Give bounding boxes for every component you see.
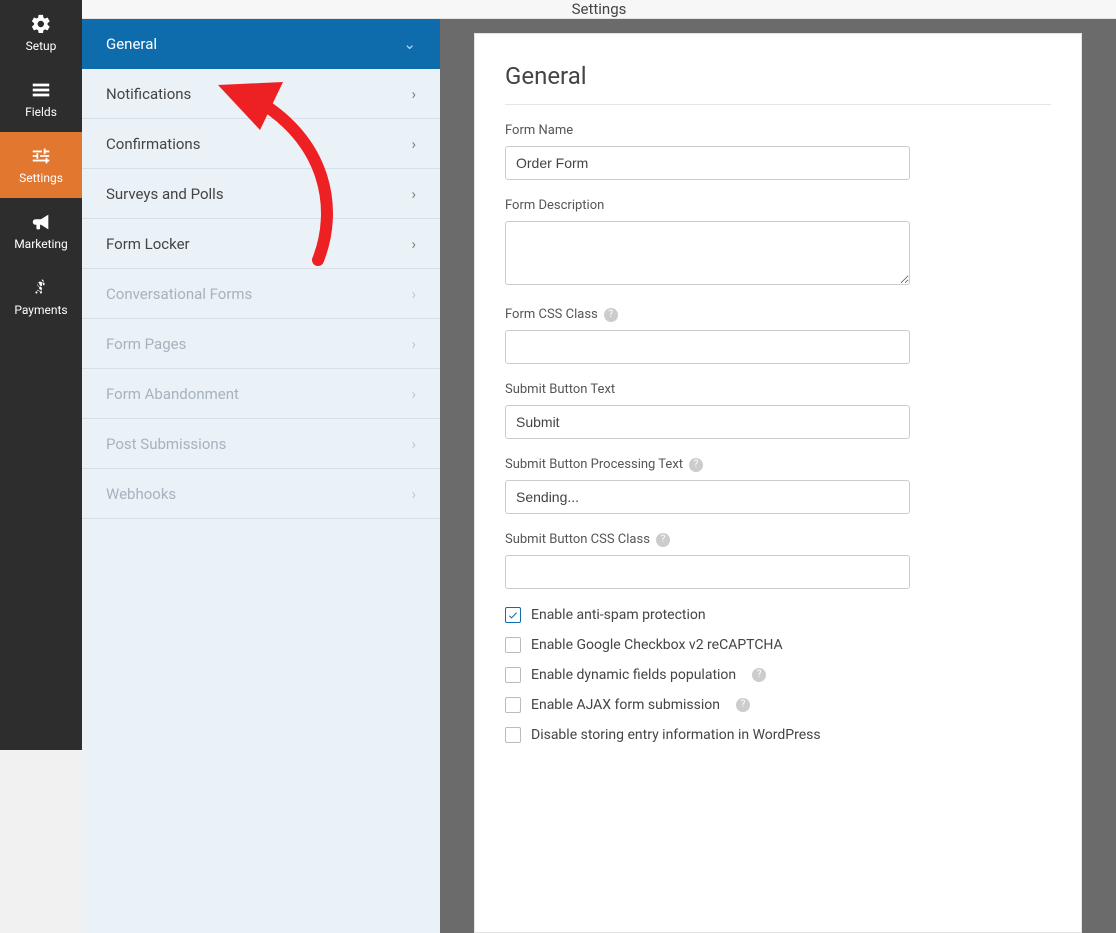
help-icon[interactable]: ?: [656, 533, 670, 547]
settings-item-surveys-polls[interactable]: Surveys and Polls ›: [82, 169, 440, 219]
sidebar-item-label: Fields: [25, 105, 57, 119]
icon-sidebar: Setup Fields Settings Marketing Payments: [0, 0, 82, 750]
form-description-label: Form Description: [505, 198, 1051, 213]
form-name-input[interactable]: [505, 146, 910, 180]
settings-sidebar: General ⌄ Notifications › Confirmations …: [82, 19, 440, 933]
settings-item-notifications[interactable]: Notifications ›: [82, 69, 440, 119]
help-icon[interactable]: ?: [689, 458, 703, 472]
chevron-right-icon: ›: [411, 135, 416, 153]
chevron-right-icon: ›: [411, 285, 416, 303]
settings-item-label: Notifications: [106, 85, 191, 103]
panel-wrap: General Form Name Form Description Form …: [440, 19, 1116, 933]
sidebar-item-settings[interactable]: Settings: [0, 132, 82, 198]
submit-button-processing-text-label: Submit Button Processing Text?: [505, 457, 1051, 472]
sidebar-item-setup[interactable]: Setup: [0, 0, 82, 66]
general-settings-panel: General Form Name Form Description Form …: [474, 33, 1082, 933]
checkbox-icon[interactable]: [505, 697, 521, 713]
checkbox-label: Enable Google Checkbox v2 reCAPTCHA: [531, 637, 783, 653]
topbar: Settings: [82, 0, 1116, 19]
checkbox-icon[interactable]: [505, 667, 521, 683]
sidebar-item-label: Marketing: [14, 237, 68, 251]
sidebar-item-fields[interactable]: Fields: [0, 66, 82, 132]
help-icon[interactable]: ?: [736, 698, 750, 712]
checkbox-recaptcha[interactable]: Enable Google Checkbox v2 reCAPTCHA: [505, 637, 1051, 653]
submit-button-css-class-label: Submit Button CSS Class?: [505, 532, 1051, 547]
checkbox-label: Disable storing entry information in Wor…: [531, 727, 821, 743]
dollar-icon: [30, 277, 52, 299]
field-form-name: Form Name: [505, 123, 1051, 180]
chevron-right-icon: ›: [411, 235, 416, 253]
checkbox-anti-spam[interactable]: Enable anti-spam protection: [505, 607, 1051, 623]
settings-item-post-submissions[interactable]: Post Submissions ›: [82, 419, 440, 469]
field-submit-button-css-class: Submit Button CSS Class?: [505, 532, 1051, 589]
settings-item-conversational-forms[interactable]: Conversational Forms ›: [82, 269, 440, 319]
sidebar-item-label: Setup: [26, 39, 57, 53]
checkbox-label: Enable AJAX form submission: [531, 697, 720, 713]
sidebar-item-label: Settings: [19, 171, 63, 185]
field-submit-button-text: Submit Button Text: [505, 382, 1051, 439]
settings-item-label: Form Abandonment: [106, 385, 239, 403]
form-name-label: Form Name: [505, 123, 1051, 138]
settings-item-label: Conversational Forms: [106, 285, 252, 303]
sidebar-item-marketing[interactable]: Marketing: [0, 198, 82, 264]
panel-heading: General: [505, 62, 1051, 90]
chevron-down-icon: ⌄: [403, 35, 416, 53]
help-icon[interactable]: ?: [752, 668, 766, 682]
settings-item-label: General: [106, 35, 157, 53]
help-icon[interactable]: ?: [604, 308, 618, 322]
checkbox-ajax[interactable]: Enable AJAX form submission ?: [505, 697, 1051, 713]
gear-icon: [30, 13, 52, 35]
page-title: Settings: [572, 0, 627, 18]
sidebar-item-payments[interactable]: Payments: [0, 264, 82, 330]
settings-item-label: Surveys and Polls: [106, 185, 224, 203]
form-description-input[interactable]: [505, 221, 910, 285]
settings-item-confirmations[interactable]: Confirmations ›: [82, 119, 440, 169]
settings-item-label: Form Locker: [106, 235, 190, 253]
form-css-class-label: Form CSS Class?: [505, 307, 1051, 322]
form-css-class-input[interactable]: [505, 330, 910, 364]
submit-button-css-class-input[interactable]: [505, 555, 910, 589]
checkbox-disable-storing[interactable]: Disable storing entry information in Wor…: [505, 727, 1051, 743]
checkbox-dynamic-fields[interactable]: Enable dynamic fields population ?: [505, 667, 1051, 683]
field-form-description: Form Description: [505, 198, 1051, 289]
field-submit-button-processing-text: Submit Button Processing Text?: [505, 457, 1051, 514]
settings-item-label: Post Submissions: [106, 435, 226, 453]
checkbox-label: Enable dynamic fields population: [531, 667, 736, 683]
checkbox-icon[interactable]: [505, 637, 521, 653]
settings-item-label: Form Pages: [106, 335, 186, 353]
chevron-right-icon: ›: [411, 485, 416, 503]
settings-item-webhooks[interactable]: Webhooks ›: [82, 469, 440, 519]
settings-item-form-pages[interactable]: Form Pages ›: [82, 319, 440, 369]
checkbox-label: Enable anti-spam protection: [531, 607, 706, 623]
chevron-right-icon: ›: [411, 435, 416, 453]
sliders-icon: [30, 145, 52, 167]
chevron-right-icon: ›: [411, 385, 416, 403]
checkbox-icon[interactable]: [505, 607, 521, 623]
submit-button-text-input[interactable]: [505, 405, 910, 439]
divider: [505, 104, 1051, 105]
settings-item-form-abandonment[interactable]: Form Abandonment ›: [82, 369, 440, 419]
settings-item-form-locker[interactable]: Form Locker ›: [82, 219, 440, 269]
chevron-right-icon: ›: [411, 335, 416, 353]
list-icon: [30, 79, 52, 101]
checkbox-icon[interactable]: [505, 727, 521, 743]
chevron-right-icon: ›: [411, 85, 416, 103]
sidebar-item-label: Payments: [14, 303, 67, 317]
settings-item-general[interactable]: General ⌄: [82, 19, 440, 69]
chevron-right-icon: ›: [411, 185, 416, 203]
bullhorn-icon: [30, 211, 52, 233]
submit-button-text-label: Submit Button Text: [505, 382, 1051, 397]
settings-item-label: Webhooks: [106, 485, 176, 503]
field-form-css-class: Form CSS Class?: [505, 307, 1051, 364]
submit-button-processing-text-input[interactable]: [505, 480, 910, 514]
settings-item-label: Confirmations: [106, 135, 200, 153]
